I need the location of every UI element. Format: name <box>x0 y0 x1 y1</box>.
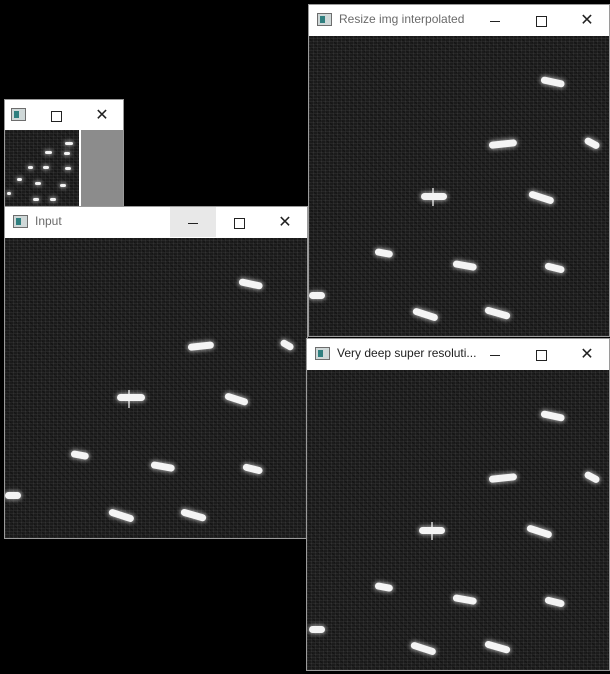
minimize-icon <box>490 20 500 22</box>
input-window[interactable]: Input ✕ <box>4 206 308 539</box>
app-icon <box>13 215 28 228</box>
resize-window[interactable]: Resize img interpolated ✕ <box>308 4 610 337</box>
maximize-button[interactable] <box>518 5 564 35</box>
close-icon: ✕ <box>95 105 109 124</box>
input-image <box>5 238 307 538</box>
close-icon: ✕ <box>580 344 594 363</box>
maximize-button[interactable] <box>216 207 262 237</box>
maximize-icon <box>233 217 245 229</box>
minimize-button[interactable] <box>472 339 518 369</box>
small-window-titlebar[interactable]: ✕ <box>5 100 123 130</box>
app-icon <box>315 347 330 360</box>
minimize-icon <box>188 222 198 224</box>
minimize-icon <box>490 354 500 356</box>
vdsr-window[interactable]: Very deep super resoluti... ✕ <box>306 338 610 671</box>
close-button[interactable]: ✕ <box>564 339 609 369</box>
minimize-button[interactable] <box>170 207 216 237</box>
app-icon <box>317 13 332 26</box>
vdsr-window-title: Very deep super resoluti... <box>337 346 477 360</box>
maximize-button[interactable] <box>518 339 564 369</box>
maximize-button[interactable] <box>33 100 79 130</box>
close-button[interactable]: ✕ <box>262 207 307 237</box>
small-window[interactable]: ✕ <box>4 99 124 207</box>
app-icon <box>11 108 26 121</box>
resize-window-title: Resize img interpolated <box>339 12 465 26</box>
close-icon: ✕ <box>278 212 292 231</box>
maximize-icon <box>535 349 547 361</box>
vdsr-window-titlebar[interactable]: Very deep super resoluti... ✕ <box>307 339 609 369</box>
maximize-icon <box>50 110 62 122</box>
resize-image <box>309 36 609 336</box>
small-window-padding <box>81 130 123 206</box>
small-window-image <box>5 130 79 206</box>
input-window-title: Input <box>35 214 62 228</box>
close-button[interactable]: ✕ <box>564 5 609 35</box>
close-icon: ✕ <box>580 10 594 29</box>
vdsr-image <box>307 370 609 670</box>
minimize-button[interactable] <box>472 5 518 35</box>
input-window-titlebar[interactable]: Input ✕ <box>5 207 307 237</box>
resize-window-titlebar[interactable]: Resize img interpolated ✕ <box>309 5 609 35</box>
maximize-icon <box>535 15 547 27</box>
close-button[interactable]: ✕ <box>79 100 123 130</box>
